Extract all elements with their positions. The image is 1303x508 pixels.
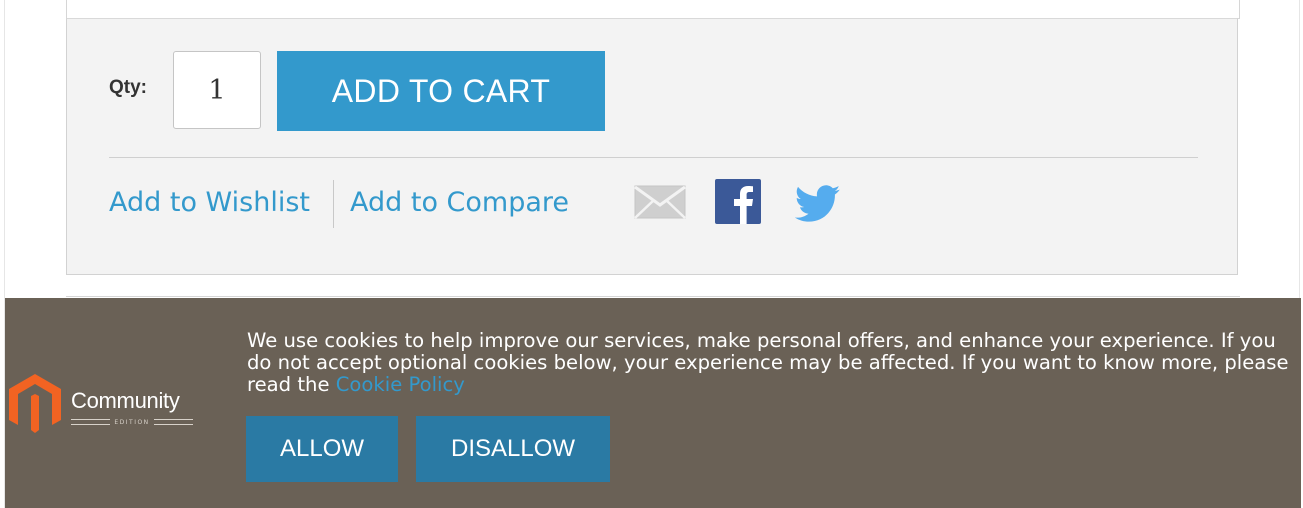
cookie-notice-bar: Community EDITION We use cookies to help… (5, 298, 1301, 508)
disallow-cookies-button[interactable]: DISALLOW (416, 416, 610, 482)
link-separator (333, 180, 334, 228)
magento-logo-icon (9, 374, 61, 433)
add-to-cart-panel: Qty: ADD TO CART Add to Wishlist Add to … (66, 18, 1238, 275)
mail-icon[interactable] (634, 185, 686, 219)
allow-cookies-button[interactable]: ALLOW (246, 416, 398, 482)
brand-rule (153, 419, 194, 425)
product-info-box (66, 0, 1240, 19)
add-to-cart-button[interactable]: ADD TO CART (277, 51, 605, 131)
community-edition-logo: Community EDITION (7, 372, 207, 436)
facebook-icon[interactable] (715, 179, 761, 224)
qty-input[interactable] (173, 51, 261, 129)
add-to-compare-link[interactable]: Add to Compare (350, 187, 569, 218)
brand-edition-text: EDITION (114, 418, 150, 426)
qty-label: Qty: (109, 77, 147, 98)
brand-edition: EDITION (71, 416, 194, 428)
twitter-icon[interactable] (794, 185, 841, 223)
section-divider (66, 296, 1240, 297)
add-to-wishlist-link[interactable]: Add to Wishlist (109, 187, 310, 218)
brand-rule (71, 419, 111, 425)
cookie-policy-link[interactable]: Cookie Policy (336, 373, 465, 396)
cookie-message: We use cookies to help improve our servi… (247, 330, 1292, 396)
brand-name: Community (71, 388, 180, 413)
panel-divider (109, 157, 1198, 158)
